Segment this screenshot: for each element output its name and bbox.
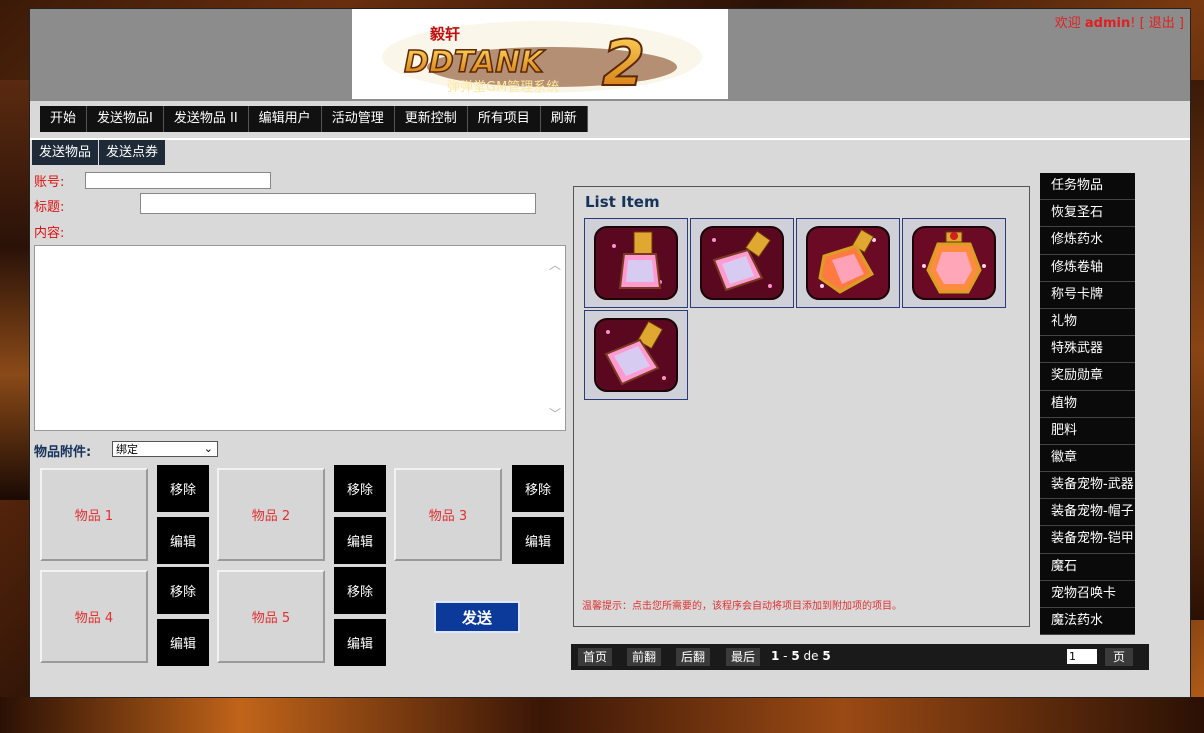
attachment-selected-value: 绑定 — [116, 443, 138, 456]
nav-send-items-1[interactable]: 发送物品I — [87, 106, 164, 132]
nav-start[interactable]: 开始 — [40, 106, 88, 132]
svg-text:弹弹堂GM管理系统: 弹弹堂GM管理系统 — [447, 80, 559, 95]
item-slot-3[interactable]: 物品 3 — [394, 468, 502, 561]
category-item[interactable]: 奖励勋章 — [1040, 363, 1135, 391]
list-title: List Item — [585, 193, 660, 211]
category-item[interactable]: 修炼药水 — [1040, 227, 1135, 255]
title-input[interactable] — [140, 193, 536, 214]
attachment-select[interactable]: 绑定 ⌄ — [112, 441, 218, 457]
send-button[interactable]: 发送 — [434, 601, 520, 633]
potion-item-4-icon — [912, 226, 996, 300]
logout-link[interactable]: ! [ 退出 ] — [1130, 16, 1184, 31]
category-item[interactable]: 魔法药水 — [1040, 608, 1135, 636]
last-page-button[interactable]: 最后 — [726, 648, 761, 666]
potion-item-1-icon — [594, 226, 678, 300]
title-label: 标题: — [34, 200, 65, 215]
list-item-3[interactable] — [796, 218, 900, 308]
potion-item-5-icon — [594, 318, 678, 392]
list-item-2[interactable] — [690, 218, 794, 308]
potion-item-3-icon — [806, 226, 890, 300]
potion-item-2-icon — [700, 226, 784, 300]
category-item[interactable]: 恢复圣石 — [1040, 200, 1135, 228]
category-item[interactable]: 徽章 — [1040, 444, 1135, 473]
category-item[interactable]: 称号卡牌 — [1040, 281, 1135, 309]
attachment-label: 物品附件: — [34, 445, 92, 460]
nav-all-items[interactable]: 所有项目 — [468, 106, 541, 132]
admin-panel: 毅轩 DDTANK 2 弹弹堂GM管理系统 欢迎 admin! [ 退出 ] 开… — [29, 8, 1191, 698]
list-item-1[interactable] — [584, 218, 688, 308]
sub-nav: 发送物品 发送点券 — [32, 140, 166, 165]
category-item[interactable]: 修炼卷轴 — [1040, 254, 1135, 282]
nav-update-control[interactable]: 更新控制 — [395, 106, 468, 132]
remove-button-2[interactable]: 移除 — [334, 465, 386, 512]
category-list: 任务物品 恢复圣石 修炼药水 修炼卷轴 称号卡牌 礼物 特殊武器 奖励勋章 植物… — [1040, 173, 1135, 636]
item-slot-4[interactable]: 物品 4 — [40, 570, 148, 663]
category-item[interactable]: 特殊武器 — [1040, 336, 1135, 364]
edit-button-5[interactable]: 编辑 — [334, 619, 386, 666]
tab-send-coupons[interactable]: 发送点券 — [99, 140, 166, 165]
account-input[interactable] — [85, 172, 271, 189]
ddtank-logo: 毅轩 DDTANK 2 弹弹堂GM管理系统 — [352, 9, 728, 101]
top-nav: 开始 发送物品I 发送物品 II 编辑用户 活动管理 更新控制 所有项目 刷新 — [40, 106, 588, 132]
nav-edit-user[interactable]: 编辑用户 — [249, 106, 322, 132]
remove-button-1[interactable]: 移除 — [157, 465, 209, 512]
category-item[interactable]: 任务物品 — [1040, 173, 1135, 201]
edit-button-4[interactable]: 编辑 — [157, 619, 209, 666]
tab-send-items[interactable]: 发送物品 — [32, 140, 99, 165]
category-item[interactable]: 装备宠物-铠甲 — [1040, 526, 1135, 554]
edit-button-2[interactable]: 编辑 — [334, 517, 386, 564]
first-page-button[interactable]: 首页 — [578, 648, 613, 666]
welcome-text: 欢迎 admin! [ 退出 ] — [1054, 16, 1184, 31]
background-art-bottom — [0, 697, 1204, 733]
prev-page-button[interactable]: 前翻 — [627, 648, 662, 666]
list-item-panel: List Item 温馨提示：点击您所需要的，该程序会自动将项目添加到附加项的项… — [573, 186, 1030, 627]
go-page-button[interactable]: 页 — [1105, 648, 1134, 666]
page-number-input[interactable]: 1 — [1067, 649, 1097, 664]
header-bar: 毅轩 DDTANK 2 弹弹堂GM管理系统 欢迎 admin! [ 退出 ] — [30, 9, 1190, 101]
content-label: 内容: — [34, 226, 65, 241]
svg-text:DDTANK: DDTANK — [404, 45, 546, 80]
nav-refresh[interactable]: 刷新 — [541, 106, 588, 132]
item-slot-1[interactable]: 物品 1 — [40, 468, 148, 561]
background-art-left — [0, 80, 30, 500]
category-item[interactable]: 装备宠物-武器 — [1040, 472, 1135, 500]
category-item[interactable]: 礼物 — [1040, 308, 1135, 337]
remove-button-4[interactable]: 移除 — [157, 567, 209, 614]
edit-button-1[interactable]: 编辑 — [157, 517, 209, 564]
list-item-4[interactable] — [902, 218, 1006, 308]
page-range-info: 1 - 5 de 5 — [771, 649, 831, 663]
svg-text:毅轩: 毅轩 — [429, 25, 460, 43]
chevron-down-icon: ⌄ — [203, 442, 213, 455]
username: admin — [1084, 16, 1131, 31]
scroll-up-icon[interactable]: ︿ — [549, 256, 561, 273]
svg-text:2: 2 — [602, 27, 645, 99]
hint-text: 温馨提示：点击您所需要的，该程序会自动将项目添加到附加项的项目。 — [582, 601, 902, 612]
nav-activity-management[interactable]: 活动管理 — [322, 106, 395, 132]
content-textarea[interactable]: ︿ ﹀ — [34, 245, 566, 431]
edit-button-3[interactable]: 编辑 — [512, 517, 564, 564]
next-page-button[interactable]: 后翻 — [676, 648, 711, 666]
category-item[interactable]: 肥料 — [1040, 417, 1135, 445]
list-item-5[interactable] — [584, 310, 688, 400]
divider — [30, 138, 1190, 140]
category-item[interactable]: 魔石 — [1040, 553, 1135, 581]
item-slot-2[interactable]: 物品 2 — [217, 468, 325, 561]
item-slot-5[interactable]: 物品 5 — [217, 570, 325, 663]
account-label: 账号: — [34, 175, 65, 190]
remove-button-3[interactable]: 移除 — [512, 465, 564, 512]
nav-send-items-2[interactable]: 发送物品 II — [164, 106, 249, 132]
scroll-down-icon[interactable]: ﹀ — [549, 405, 561, 422]
pagination-bar: 首页 前翻 后翻 最后 1 - 5 de 5 1 页 — [571, 644, 1149, 670]
category-item[interactable]: 植物 — [1040, 390, 1135, 418]
category-item[interactable]: 装备宠物-帽子 — [1040, 499, 1135, 527]
category-item[interactable]: 宠物召唤卡 — [1040, 580, 1135, 608]
remove-button-5[interactable]: 移除 — [334, 567, 386, 614]
